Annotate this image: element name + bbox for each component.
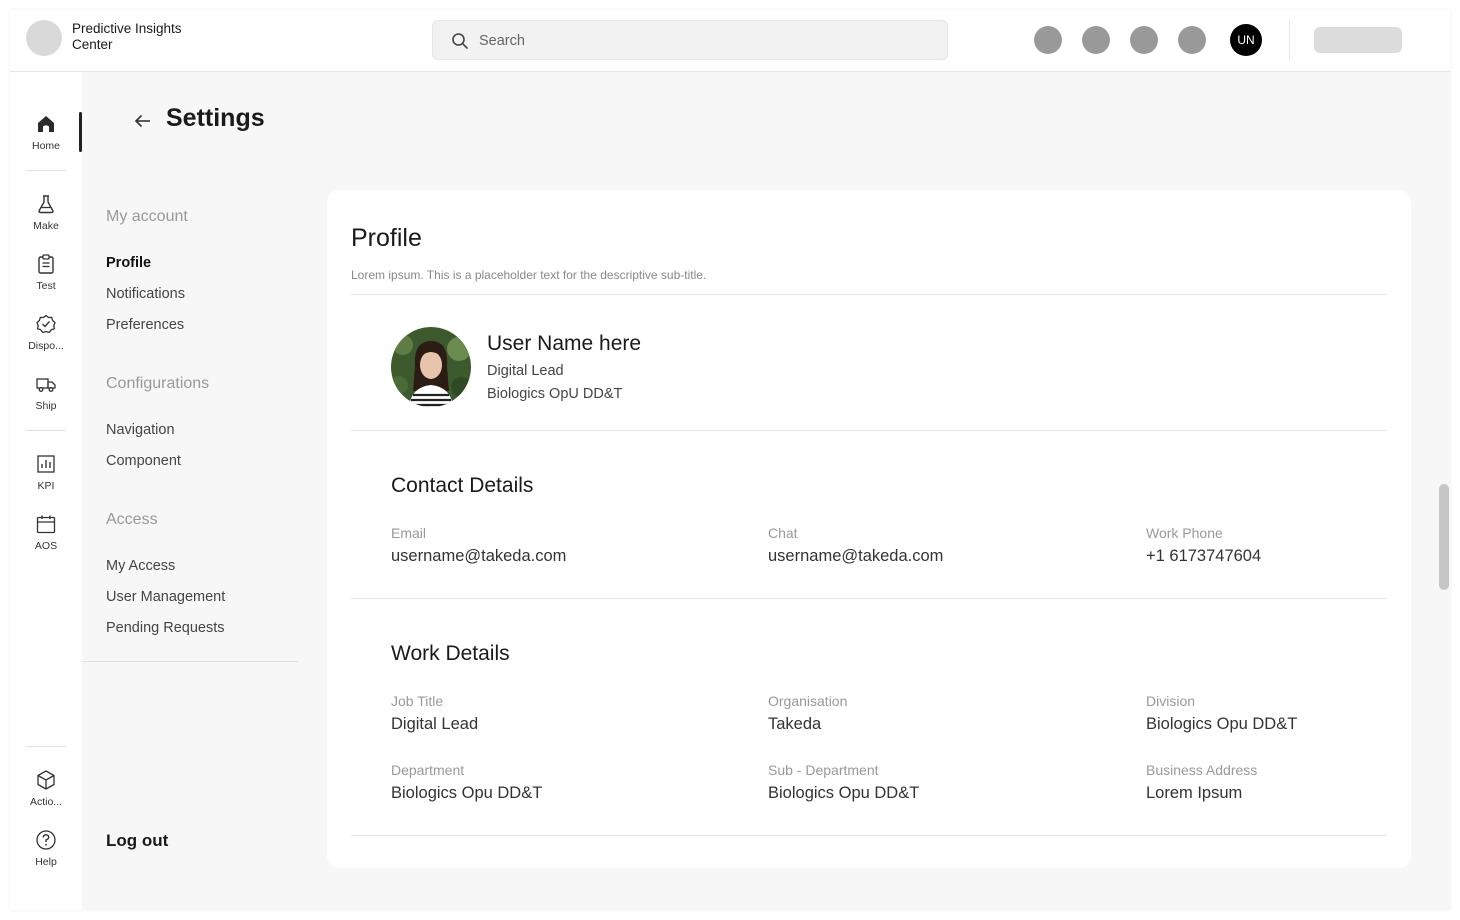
bar-chart-icon (34, 452, 58, 476)
rail-item-label: Dispo... (28, 340, 64, 352)
search-icon (452, 33, 468, 49)
nav-link-navigation[interactable]: Navigation (106, 422, 175, 438)
profile-photo (391, 327, 471, 407)
rail-item-disposition[interactable]: Dispo... (10, 312, 82, 368)
field-value-sub-department: Biologics Opu DD&T (768, 784, 920, 802)
rail-item-label: Make (33, 220, 59, 232)
page-title: Settings (166, 104, 265, 132)
rail-item-aos[interactable]: AOS (10, 512, 82, 568)
help-circle-icon (34, 828, 58, 852)
field-value-organisation: Takeda (768, 715, 822, 733)
rail-separator (26, 430, 66, 431)
field-label-email: Email (391, 525, 427, 541)
field-label-chat: Chat (768, 525, 798, 541)
cube-icon (34, 768, 58, 792)
rail-item-make[interactable]: Make (10, 192, 82, 248)
divider (351, 598, 1387, 599)
field-value-email: username@takeda.com (391, 547, 567, 565)
header-pill-button[interactable] (1314, 27, 1402, 53)
app-window: Predictive Insights Center UN Home (10, 10, 1450, 910)
header-action-icon-4[interactable] (1178, 26, 1206, 54)
nav-link-user-management[interactable]: User Management (106, 589, 225, 605)
rail-separator (26, 170, 66, 171)
nav-link-preferences[interactable]: Preferences (106, 317, 184, 333)
rail-item-help[interactable]: Help (10, 828, 82, 884)
flask-icon (34, 192, 58, 216)
section-title-contact: Contact Details (391, 474, 534, 497)
profile-card: Profile Lorem ipsum. This is a placehold… (327, 190, 1411, 868)
field-value-division: Biologics Opu DD&T (1146, 715, 1298, 733)
home-icon (34, 112, 58, 136)
user-avatar[interactable]: UN (1230, 24, 1262, 56)
back-arrow-icon[interactable] (132, 110, 154, 132)
user-role: Digital Lead (487, 363, 564, 379)
field-label-business-address: Business Address (1146, 762, 1258, 778)
app-logo[interactable] (26, 20, 62, 56)
badge-check-icon (34, 312, 58, 336)
clipboard-icon (34, 252, 58, 276)
field-label-job-title: Job Title (391, 693, 444, 709)
field-label-work-phone: Work Phone (1146, 525, 1223, 541)
nav-section-my-account: My account (106, 208, 188, 225)
section-title-work: Work Details (391, 642, 510, 665)
rail-item-label: Actio... (29, 796, 63, 808)
divider (351, 294, 1387, 295)
rail-item-ship[interactable]: Ship (10, 372, 82, 428)
top-bar: Predictive Insights Center UN (10, 10, 1450, 72)
card-subtitle: Lorem ipsum. This is a placeholder text … (351, 268, 707, 282)
field-label-division: Division (1146, 693, 1196, 709)
rail-item-label: AOS (34, 540, 58, 552)
scrollbar-thumb[interactable] (1439, 484, 1449, 590)
field-label-organisation: Organisation (768, 693, 848, 709)
rail-item-kpi[interactable]: KPI (10, 452, 82, 508)
search-input[interactable] (479, 30, 919, 52)
nav-link-profile[interactable]: Profile (106, 255, 151, 271)
user-name: User Name here (487, 332, 642, 355)
header-action-icon-2[interactable] (1082, 26, 1110, 54)
rail-item-test[interactable]: Test (10, 252, 82, 308)
field-value-business-address: Lorem Ipsum (1146, 784, 1243, 802)
rail-item-label: KPI (37, 480, 55, 492)
nav-link-my-access[interactable]: My Access (106, 558, 175, 574)
left-rail: Home Make Test Dispo... Ship KPI AOS Act… (10, 72, 82, 910)
rail-item-label: Test (36, 280, 56, 292)
app-title: Predictive Insights Center (72, 21, 182, 52)
nav-section-access: Access (106, 511, 158, 528)
field-label-sub-department: Sub - Department (768, 762, 879, 778)
nav-divider (82, 661, 298, 662)
nav-section-configurations: Configurations (106, 375, 210, 392)
field-label-department: Department (391, 762, 465, 778)
card-title: Profile (351, 224, 422, 252)
field-value-department: Biologics Opu DD&T (391, 784, 543, 802)
rail-item-label: Home (31, 140, 60, 152)
header-divider (1289, 20, 1290, 60)
rail-item-actions[interactable]: Actio... (10, 768, 82, 824)
truck-icon (34, 372, 58, 396)
field-value-job-title: Digital Lead (391, 715, 479, 733)
field-value-chat: username@takeda.com (768, 547, 944, 565)
rail-item-home[interactable]: Home (10, 112, 82, 168)
calendar-icon (34, 512, 58, 536)
divider (351, 835, 1387, 836)
rail-item-label: Ship (35, 400, 57, 412)
header-action-icon-1[interactable] (1034, 26, 1062, 54)
nav-link-pending-requests[interactable]: Pending Requests (106, 620, 225, 636)
nav-link-notifications[interactable]: Notifications (106, 286, 185, 302)
user-division: Biologics OpU DD&T (487, 386, 623, 402)
search-bar[interactable] (432, 20, 948, 60)
divider (351, 430, 1387, 431)
field-value-work-phone: +1 6173747604 (1146, 547, 1262, 565)
nav-link-component[interactable]: Component (106, 453, 181, 469)
header-action-icon-3[interactable] (1130, 26, 1158, 54)
logout-button[interactable]: Log out (106, 831, 168, 851)
rail-item-label: Help (35, 856, 57, 868)
rail-separator (26, 746, 66, 747)
